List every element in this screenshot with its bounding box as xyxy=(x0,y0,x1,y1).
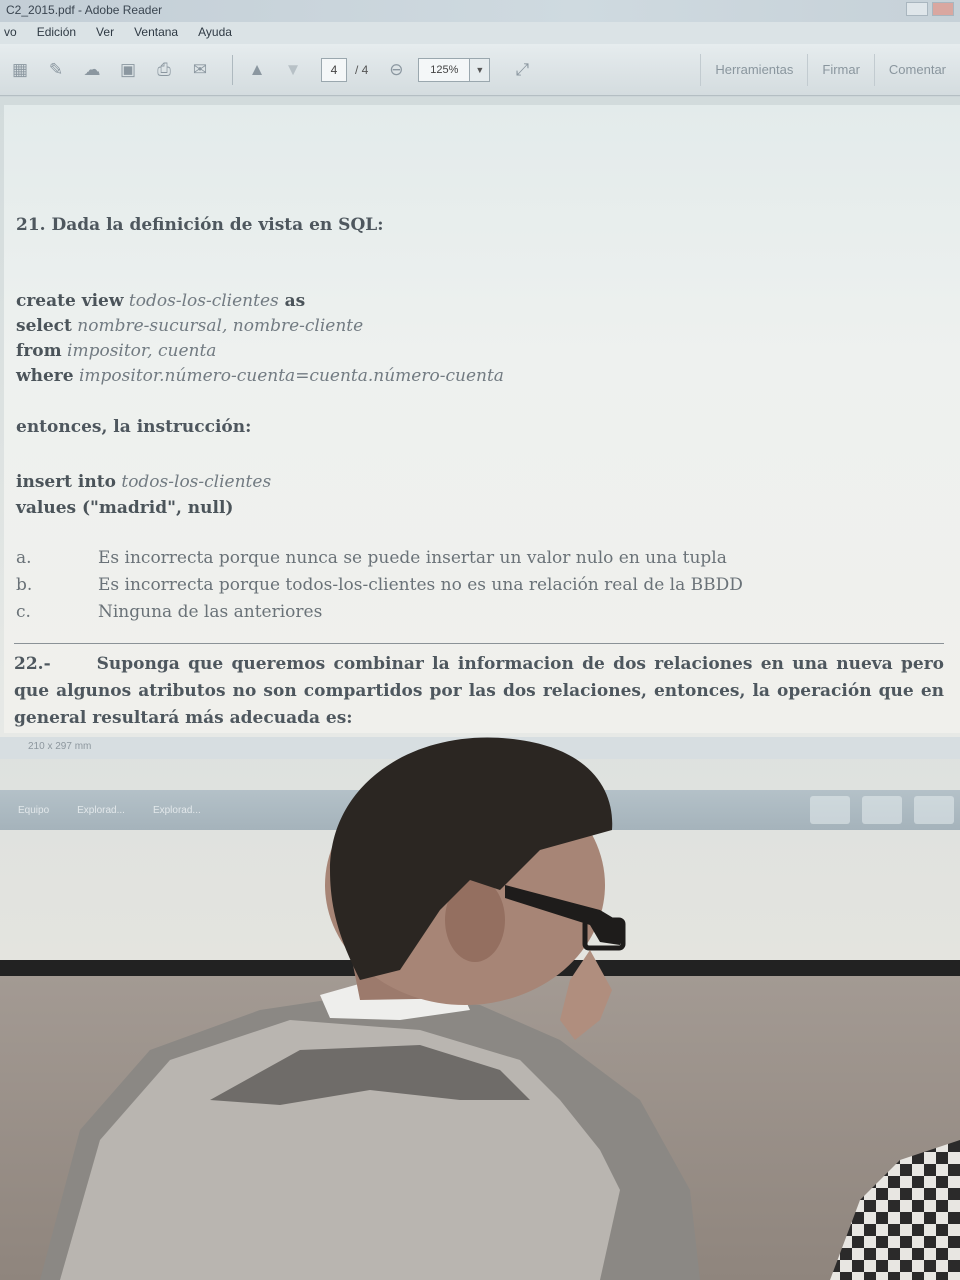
page-total: / 4 xyxy=(355,62,369,77)
title-bar: C2_2015.pdf - Adobe Reader xyxy=(0,0,960,22)
menu-item-archivo[interactable]: vo xyxy=(4,25,17,41)
edit-icon[interactable]: ✎ xyxy=(42,57,70,83)
student-silhouette xyxy=(40,737,960,1280)
zoom-out-icon[interactable]: ⊖ xyxy=(382,57,410,83)
window-controls xyxy=(906,2,954,16)
page-up-icon[interactable]: ▲ xyxy=(243,57,271,83)
question-21-then: entonces, la instrucción: xyxy=(16,417,252,437)
sql-line: where impositor.número-cuenta=cuenta.núm… xyxy=(16,366,504,386)
sign-button[interactable]: Firmar xyxy=(807,54,874,86)
sql-line: from impositor, cuenta xyxy=(16,341,217,361)
sql-line: create view todos-los-clientes as xyxy=(16,291,306,311)
values-line: values ("madrid", null) xyxy=(16,498,234,518)
fit-page-icon[interactable]: ⤢ xyxy=(508,57,536,83)
option-b: b. Es incorrecta porque todos-los-cliente… xyxy=(16,575,743,595)
option-a: a. Es incorrecta porque nunca se puede in… xyxy=(16,548,727,568)
question-21-title: 21. Dada la definición de vista en SQL: xyxy=(16,215,384,235)
insert-line: insert into todos-los-clientes xyxy=(16,472,272,492)
toolbar: ▦ ✎ ☁ ▣ ⎙ ✉ ▲ ▼ 4 / 4 ⊖ 125% ▼ ⤢ Herrami… xyxy=(0,44,960,96)
document-area[interactable]: 21. Dada la definición de vista en SQL: … xyxy=(0,97,960,737)
menu-item-edicion[interactable]: Edición xyxy=(37,25,76,41)
option-c: c. Ninguna de las anteriores xyxy=(16,602,323,622)
save-icon[interactable]: ▣ xyxy=(114,57,142,83)
question-22-text: Suponga que queremos combinar la informa… xyxy=(14,654,944,728)
page-down-icon[interactable]: ▼ xyxy=(279,57,307,83)
menu-bar: vo Edición Ver Ventana Ayuda xyxy=(0,22,960,44)
mail-icon[interactable]: ✉ xyxy=(186,57,214,83)
cloud-icon[interactable]: ☁ xyxy=(78,57,106,83)
comment-button[interactable]: Comentar xyxy=(873,54,960,86)
menu-item-ver[interactable]: Ver xyxy=(96,25,114,41)
page-number-input[interactable]: 4 xyxy=(321,57,347,82)
menu-item-ventana[interactable]: Ventana xyxy=(134,25,178,41)
toolbar-divider xyxy=(232,54,233,85)
chevron-down-icon[interactable]: ▼ xyxy=(470,57,491,82)
window-title: C2_2015.pdf - Adobe Reader xyxy=(6,3,163,17)
sql-insert-statement: insert into todos-los-clientes values ("… xyxy=(16,469,271,521)
tools-button[interactable]: Herramientas xyxy=(700,54,807,86)
checkered-shoulder xyxy=(830,1140,960,1280)
sql-line: select nombre-sucursal, nombre-cliente xyxy=(16,316,364,336)
pdf-page: 21. Dada la definición de vista en SQL: … xyxy=(4,105,960,733)
minimize-button[interactable] xyxy=(906,2,928,16)
sql-view-definition: create view todos-los-clientes as select… xyxy=(16,289,504,389)
zoom-input[interactable]: 125% xyxy=(418,57,471,82)
question-22-number: 22.- xyxy=(14,654,51,674)
answer-options: a. Es incorrecta porque nunca se puede in… xyxy=(16,545,743,626)
menu-item-ayuda[interactable]: Ayuda xyxy=(198,25,232,41)
toolbar-right: Herramientas Firmar Comentar xyxy=(700,44,960,96)
print-icon[interactable]: ⎙ xyxy=(150,57,178,83)
question-divider xyxy=(14,643,944,644)
close-button[interactable] xyxy=(932,2,954,16)
create-icon[interactable]: ▦ xyxy=(6,57,34,83)
